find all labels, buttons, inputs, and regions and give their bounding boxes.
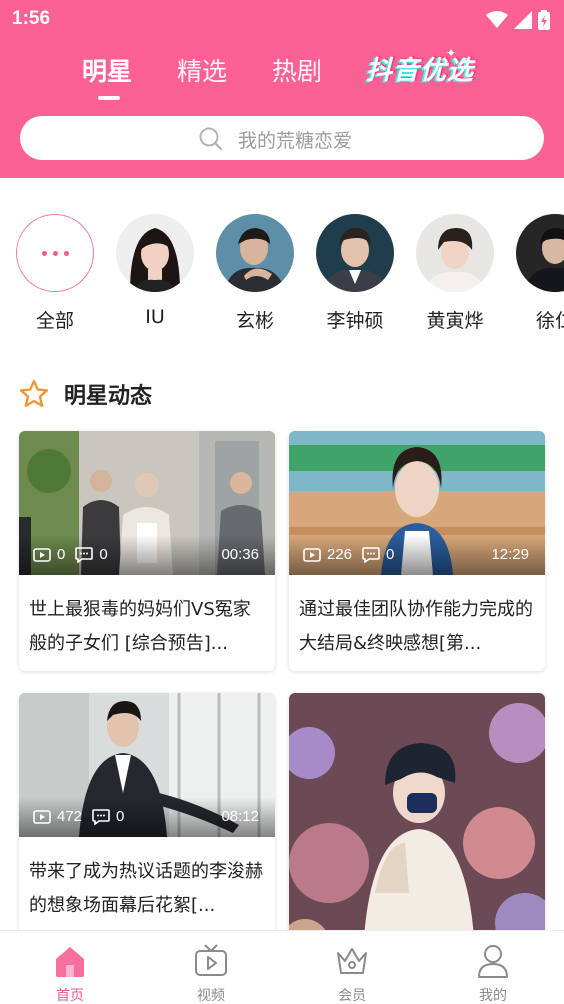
celebrity-name: 玄彬 (235, 310, 274, 332)
video-thumbnail: 0 0 00:36 (19, 431, 275, 575)
video-stats: 472 0 (33, 808, 134, 825)
nav-label: 我的 (479, 988, 507, 1004)
nav-membership[interactable]: 会员 (312, 943, 392, 1004)
video-title: 通过最佳团队协作能力完成的大结局&终映感想[第... (299, 599, 533, 654)
video-stats: 226 0 (303, 546, 404, 563)
video-thumbnail: 226 0 12:29 (289, 431, 545, 575)
celebrity-name: 全部 (35, 310, 74, 332)
status-bar: 1:56 (0, 0, 564, 40)
celebrity-hwang-in-youp[interactable]: 黄寅烨 (415, 214, 495, 333)
play-count: 0 (57, 546, 66, 563)
play-count: 472 (57, 808, 83, 825)
celebrity-name: 徐仁 (535, 310, 564, 332)
video-title: 带来了成为热议话题的李浚赫的想象场面幕后花絮[... (29, 861, 263, 916)
celebrity-seo-in-guk[interactable]: 徐仁 (515, 214, 564, 333)
avatar (116, 214, 194, 292)
comment-count: 0 (116, 808, 125, 825)
tv-play-icon (195, 944, 227, 976)
tab-featured[interactable]: 精选 (177, 52, 227, 88)
active-tab-indicator (98, 96, 120, 100)
play-count-icon (33, 809, 51, 824)
search-placeholder: 我的荒糖恋爱 (238, 130, 353, 152)
photo-thumbnail (289, 693, 545, 953)
tab-hot-dramas[interactable]: 热剧 (272, 52, 322, 88)
play-count-icon (303, 547, 321, 562)
signal-icon (514, 11, 532, 29)
celebrity-iu[interactable]: IU (115, 214, 195, 328)
nav-home[interactable]: 首页 (30, 943, 110, 1004)
video-title: 世上最狠毒的妈妈们VS冤家般的子女们 [综合预告]... (29, 599, 251, 654)
avatar (516, 214, 564, 292)
top-header: 1:56 明星 精选 热剧 抖音优选 ✦ 我的荒糖恋爱 (0, 0, 564, 178)
play-count: 226 (327, 546, 353, 563)
section-title: 明星动态 (64, 384, 153, 409)
nav-label: 首页 (56, 988, 84, 1004)
more-dots-icon (16, 214, 94, 292)
status-time: 1:56 (12, 8, 51, 29)
video-thumbnail: 472 0 08:12 (19, 693, 275, 837)
nav-label: 视频 (197, 988, 225, 1004)
celebrity-name: 李钟硕 (326, 310, 384, 332)
sparkle-icon: ✦ (446, 46, 457, 60)
comment-count: 0 (386, 546, 395, 563)
video-stats: 0 0 (33, 546, 118, 563)
home-icon (56, 947, 84, 977)
bottom-nav: 首页 视频 会员 我的 (0, 930, 564, 1004)
status-icons (486, 10, 550, 30)
nav-label: 会员 (338, 988, 366, 1004)
user-icon (478, 945, 508, 978)
video-card[interactable]: 226 0 12:29 通过最佳团队协作能力完成的大结局&终映感想[第... (289, 431, 545, 671)
avatar (216, 214, 294, 292)
comment-icon (92, 808, 110, 825)
video-duration: 08:12 (221, 808, 259, 825)
photo-card[interactable] (289, 693, 545, 953)
video-duration: 00:36 (221, 546, 259, 563)
celebrity-all[interactable]: 全部 (15, 214, 95, 333)
nav-video[interactable]: 视频 (171, 943, 251, 1004)
nav-profile[interactable]: 我的 (453, 943, 533, 1004)
tab-douyin-promo[interactable]: 抖音优选 (366, 50, 474, 87)
top-tabs: 明星 精选 热剧 抖音优选 ✦ (0, 46, 564, 102)
star-outline-icon (19, 379, 49, 407)
play-count-icon (33, 547, 51, 562)
search-icon (199, 127, 223, 151)
celebrity-lee-jong-suk[interactable]: 李钟硕 (315, 214, 395, 333)
crown-icon (337, 948, 367, 974)
battery-icon (538, 10, 550, 30)
celebrity-row: 全部 IU 玄彬 李钟硕 黄寅烨 徐 (0, 214, 564, 334)
video-duration: 12:29 (491, 546, 529, 563)
wifi-icon (486, 11, 508, 28)
video-card[interactable]: 472 0 08:12 带来了成为热议话题的李浚赫的想象场面幕后花絮[... (19, 693, 275, 933)
comment-icon (75, 546, 94, 563)
celebrity-hyun-bin[interactable]: 玄彬 (215, 214, 295, 333)
comment-icon (362, 546, 380, 563)
avatar (316, 214, 394, 292)
search-bar[interactable]: 我的荒糖恋爱 (20, 116, 544, 160)
section-header: 明星动态 (18, 378, 152, 410)
avatar (416, 214, 494, 292)
video-card[interactable]: 0 0 00:36 世上最狠毒的妈妈们VS冤家般的子女们 [综合预告]... (19, 431, 275, 671)
comment-count: 0 (99, 546, 108, 563)
celebrity-name: 黄寅烨 (426, 310, 484, 332)
celebrity-name: IU (145, 306, 165, 328)
tab-stars[interactable]: 明星 (82, 52, 132, 88)
